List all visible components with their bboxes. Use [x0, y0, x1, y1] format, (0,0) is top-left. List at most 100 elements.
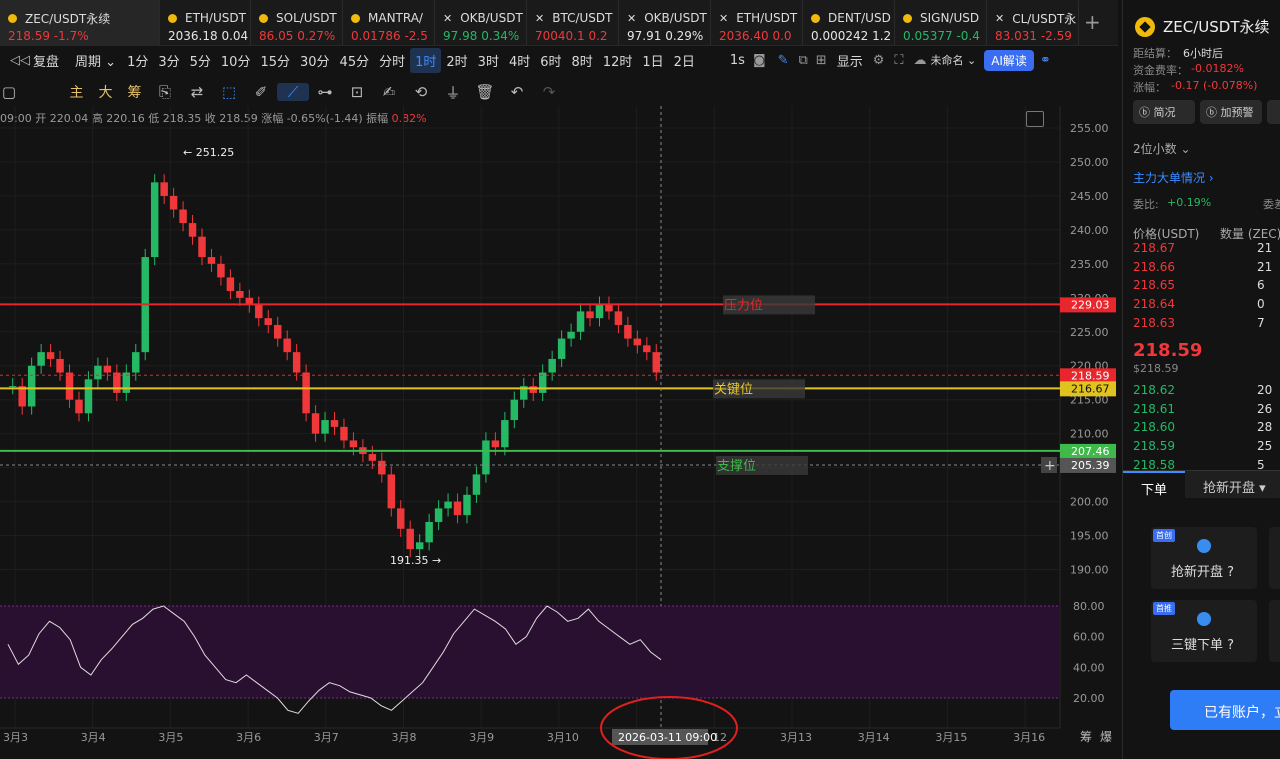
x-tick-label: 3月14 [858, 731, 890, 744]
camera-icon[interactable]: ◙ [753, 53, 766, 68]
interval-13[interactable]: 8时 [567, 48, 598, 73]
second-interval[interactable]: 1s [730, 53, 745, 68]
cloud-icon[interactable]: ☁ [913, 53, 926, 68]
interval-12[interactable]: 6时 [535, 48, 566, 73]
interval-15[interactable]: 1日 [637, 48, 668, 73]
redo-icon[interactable]: ↷ [533, 83, 565, 101]
panel-icon[interactable]: ▢ [0, 83, 18, 101]
decimals-select[interactable]: 2位小数 ⌄ [1133, 140, 1191, 157]
add-tab-icon[interactable]: + [1084, 10, 1101, 34]
large-order-button[interactable]: 大 [91, 82, 120, 102]
book-price[interactable]: 218.65 [1133, 278, 1175, 292]
book-price[interactable]: 218.67 [1133, 241, 1175, 255]
ai-button[interactable]: AI解读 [984, 49, 1034, 71]
close-icon[interactable]: ✕ [443, 12, 452, 25]
book-price[interactable]: 218.59 [1133, 439, 1175, 453]
interval-7[interactable]: 分时 [374, 48, 410, 73]
lock-icon[interactable]: ⊡ [341, 83, 373, 101]
interval-list: 1分 3分 5分 10分 15分 30分 45分 分时 1时 2时 3时 4时 6时 8时 12时 1日 2日 [122, 47, 700, 73]
interval-14[interactable]: 12时 [598, 48, 638, 73]
price-chart[interactable]: 255.00250.00245.00240.00235.00230.00225.… [0, 106, 1118, 759]
settle-label: 距结算： [1133, 47, 1177, 60]
book-price[interactable]: 218.61 [1133, 402, 1175, 416]
cursor-icon[interactable]: ⬚ [213, 83, 245, 101]
y-tick-label: 210.00 [1070, 428, 1109, 441]
close-icon[interactable]: ✕ [535, 12, 544, 25]
interval-9[interactable]: 2时 [441, 48, 472, 73]
settings-icon[interactable]: ⚙ [873, 53, 885, 68]
ticker-tab[interactable]: ✕ OKB/USDT 97.91 0.29% [619, 0, 711, 45]
period-dropdown[interactable]: 周期 ⌄ [75, 51, 116, 70]
filter-icon[interactable]: ⏚ [437, 82, 469, 103]
interval-8[interactable]: 1时 [410, 47, 442, 73]
main-indicator-button[interactable]: 主 [62, 82, 91, 102]
ticker-tab[interactable]: MANTRA/0.01786 -2.5 [343, 0, 435, 45]
ticker-tab[interactable]: ✕ ETH/USDT 2036.40 0.0 [711, 0, 803, 45]
level-label: 关键位 [714, 382, 753, 397]
book-price[interactable]: 218.63 [1133, 316, 1175, 330]
interval-10[interactable]: 3时 [473, 48, 504, 73]
y-tick-label: 190.00 [1070, 564, 1109, 577]
account-dropdown[interactable]: 未命名 ⌄ [930, 52, 976, 68]
ticker-tab[interactable]: SOL/USDT 86.05 0.27% [251, 0, 343, 45]
three-key-order-card[interactable]: 首推 三键下单 ? [1151, 600, 1257, 662]
interval-16[interactable]: 2日 [669, 48, 700, 73]
ticker-tab[interactable]: ZEC/USDT永续 218.59 -1.7% [0, 0, 160, 45]
magnet-icon[interactable]: ⟲ [405, 83, 437, 101]
ticker-name: MANTRA/ [368, 11, 423, 25]
tab-order[interactable]: 下单 [1123, 471, 1185, 499]
compare-icon[interactable]: ⇄ [181, 83, 213, 101]
book-price[interactable]: 218.66 [1133, 260, 1175, 274]
interval-3[interactable]: 10分 [216, 48, 256, 73]
share-icon[interactable]: ⚭ [1040, 53, 1051, 68]
note-icon[interactable]: ✍ [373, 83, 405, 101]
main-orders-link[interactable]: 主力大单情况 › [1133, 169, 1214, 186]
candle [236, 291, 244, 298]
replay-icon[interactable]: ◁◁ [10, 53, 30, 68]
ticker-tab[interactable]: SIGN/USD 0.05377 -0.4 [895, 0, 987, 45]
ruler-icon[interactable]: ✐ [245, 83, 277, 101]
interval-4[interactable]: 15分 [255, 48, 295, 73]
expand-icon[interactable] [1026, 111, 1044, 127]
book-price[interactable]: 218.64 [1133, 297, 1175, 311]
interval-0[interactable]: 1分 [122, 48, 153, 73]
ticker-tab[interactable]: ✕ OKB/USDT 97.98 0.34% [435, 0, 527, 45]
popout-icon[interactable]: ⧉ [798, 53, 807, 68]
layout-icon[interactable]: ⊞ [816, 53, 827, 68]
interval-6[interactable]: 45分 [335, 48, 375, 73]
overview-button[interactable]: ⓑ 简况 [1133, 100, 1195, 124]
new-listing-card[interactable]: 首创 抢新开盘 ? [1151, 527, 1257, 589]
trash-icon[interactable]: 🗑 [469, 83, 501, 101]
candle [595, 304, 604, 319]
ticker-tab[interactable]: ✕ BTC/USDT 70040.1 0.2 [527, 0, 619, 45]
interval-5[interactable]: 30分 [295, 48, 335, 73]
trendline-icon[interactable]: ⟋ [277, 83, 309, 101]
close-icon[interactable]: ✕ [995, 12, 1004, 25]
candle [397, 508, 405, 529]
undo-icon[interactable]: ↶ [501, 83, 533, 101]
interval-11[interactable]: 4时 [504, 48, 535, 73]
replay-button[interactable]: 复盘 [33, 51, 59, 70]
display-button[interactable]: 显示 [837, 51, 863, 70]
book-price[interactable]: 218.62 [1133, 383, 1175, 397]
close-icon[interactable]: ✕ [627, 12, 636, 25]
candle [273, 324, 282, 339]
alert-button[interactable]: ⓑ 加预警 [1200, 100, 1262, 124]
ticker-tab[interactable]: ✕ CL/USDT永 83.031 -2.59 [987, 0, 1079, 45]
fullscreen-icon[interactable]: ⛶ [894, 53, 903, 68]
ticker-tab[interactable]: ETH/USDT 2036.18 0.04 [160, 0, 251, 45]
interval-2[interactable]: 5分 [185, 48, 216, 73]
tab-new-listing[interactable]: 抢新开盘 ▾ [1203, 477, 1266, 496]
book-price[interactable]: 218.60 [1133, 420, 1175, 434]
pen-icon[interactable]: ✎ [778, 53, 789, 68]
more-button[interactable] [1267, 100, 1280, 124]
chips-button[interactable]: 筹 [120, 82, 149, 102]
ticker-tabs: ZEC/USDT永续 218.59 -1.7% ETH/USDT 2036.18 0.… [0, 0, 1118, 46]
indicator-icon[interactable]: ⎘ [149, 83, 181, 101]
account-button[interactable]: 已有账户，立 [1170, 690, 1280, 730]
interval-1[interactable]: 3分 [153, 48, 184, 73]
ticker-tab[interactable]: DENT/USD 0.000242 1.2 [803, 0, 895, 45]
plus-icon: + [1044, 458, 1056, 474]
close-icon[interactable]: ✕ [719, 12, 728, 25]
pattern-icon[interactable]: ⊶ [309, 83, 341, 101]
